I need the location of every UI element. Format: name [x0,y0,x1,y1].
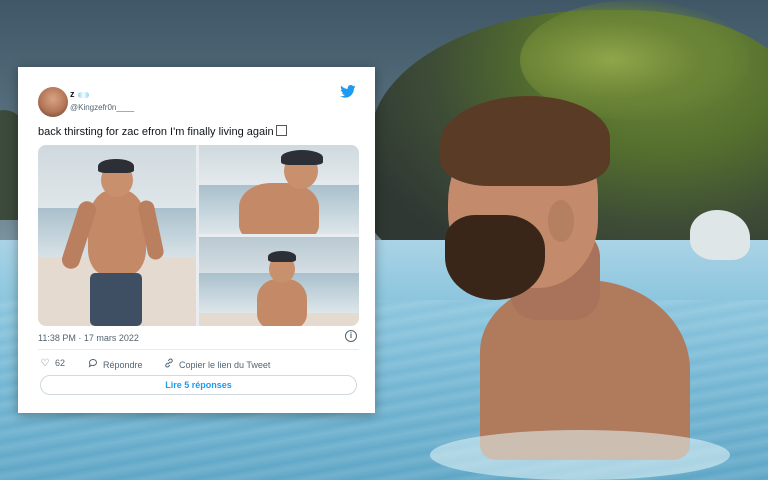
display-name-text: z [70,89,75,99]
user-handle[interactable]: @Kingzefr0n____ [70,103,134,112]
copy-link-label: Copier le lien du Tweet [179,360,271,370]
flag-emoji-icon [77,91,89,98]
man-ear [548,200,574,242]
copy-link-button[interactable]: Copier le lien du Tweet [164,358,270,371]
tweet-media-grid[interactable] [38,145,359,326]
tweet-card: z @Kingzefr0n____ back thirsting for zac… [18,67,375,413]
missing-emoji-icon [275,125,287,136]
photo-runner-medium[interactable] [199,237,359,326]
tweet-body: back thirsting for zac efron I'm finally… [38,126,274,138]
divider [38,349,359,350]
like-button[interactable]: ♡ 62 [40,358,66,369]
avatar[interactable] [38,87,68,117]
reply-label: Répondre [103,360,143,370]
like-count: 62 [55,358,66,368]
display-name[interactable]: z [70,89,89,99]
reply-button[interactable]: Répondre [88,358,143,371]
water-ripple [430,430,730,480]
man-beard [445,215,545,300]
heart-icon: ♡ [40,358,50,369]
info-icon[interactable]: i [345,330,357,342]
photo-runner-full[interactable] [38,145,196,326]
man-hair [440,96,610,186]
tweet-timestamp[interactable]: 11:38 PM · 17 mars 2022 [38,333,139,343]
speech-bubble-icon [88,358,98,371]
tweet-text: back thirsting for zac efron I'm finally… [38,125,287,138]
read-replies-button[interactable]: Lire 5 réponses [40,375,357,395]
photo-runner-closeup[interactable] [199,145,359,234]
link-icon [164,358,174,371]
twitter-bird-icon[interactable] [340,85,356,98]
